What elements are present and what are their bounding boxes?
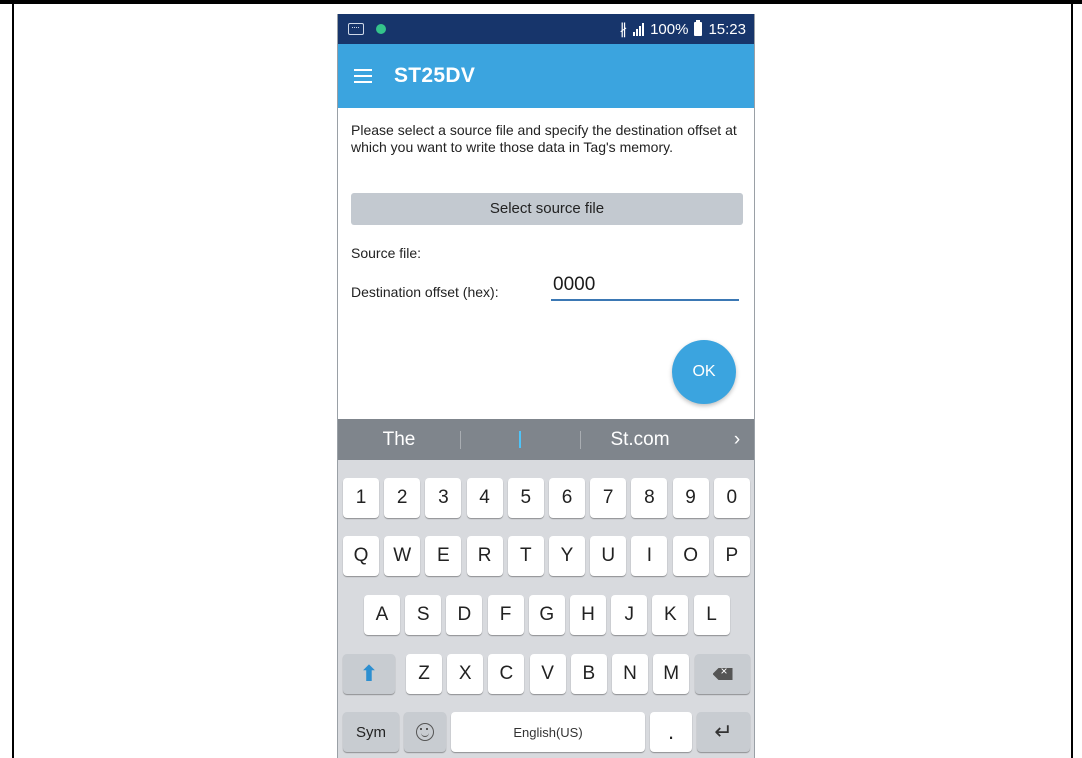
shift-key[interactable]: ⬆	[343, 654, 395, 694]
key-f[interactable]: F	[487, 595, 524, 635]
suggestion-item[interactable]: The	[338, 419, 460, 460]
battery-icon	[694, 20, 703, 36]
key-a[interactable]: A	[364, 595, 400, 635]
text-cursor-icon	[519, 431, 521, 449]
bluetooth-icon: ∦	[619, 21, 628, 38]
key-3[interactable]: 3	[425, 478, 462, 518]
app-title: ST25DV	[394, 64, 476, 87]
key-y[interactable]: Y	[549, 536, 585, 576]
select-source-file-button[interactable]: Select source file	[351, 193, 743, 225]
ok-button[interactable]: OK	[672, 340, 736, 404]
key-x[interactable]: X	[447, 654, 484, 694]
key-o[interactable]: O	[672, 536, 709, 576]
suggestion-cursor[interactable]	[460, 419, 580, 460]
key-1[interactable]: 1	[343, 478, 379, 518]
key-4[interactable]: 4	[466, 478, 503, 518]
key-z[interactable]: Z	[406, 654, 442, 694]
status-bar: ∦ 100% 15:23	[338, 14, 754, 44]
key-0[interactable]: 0	[713, 478, 750, 518]
destination-offset-input[interactable]	[551, 271, 739, 301]
instructions-text: Please select a source file and specify …	[351, 122, 737, 155]
on-screen-keyboard: Sym English(US) . ↵ ⬆ 1234567890 QWERTYUI…	[338, 460, 754, 758]
key-t[interactable]: T	[507, 536, 544, 576]
key-h[interactable]: H	[570, 595, 606, 635]
key-6[interactable]: 6	[549, 478, 585, 518]
key-n[interactable]: N	[612, 654, 648, 694]
signal-icon	[633, 22, 645, 36]
key-k[interactable]: K	[652, 595, 689, 635]
destination-offset-label: Destination offset (hex):	[351, 284, 499, 300]
key-s[interactable]: S	[405, 595, 442, 635]
key-9[interactable]: 9	[672, 478, 709, 518]
key-p[interactable]: P	[713, 536, 750, 576]
key-l[interactable]: L	[693, 595, 730, 635]
status-time: 15:23	[708, 20, 746, 38]
key-u[interactable]: U	[590, 536, 627, 576]
enter-key[interactable]: ↵	[697, 712, 750, 752]
chevron-right-icon[interactable]: ›	[722, 419, 752, 460]
document-frame-right	[1071, 0, 1073, 758]
key-7[interactable]: 7	[590, 478, 627, 518]
key-c[interactable]: C	[488, 654, 525, 694]
space-key[interactable]: English(US)	[451, 712, 645, 752]
key-w[interactable]: W	[384, 536, 421, 576]
hamburger-icon[interactable]	[354, 69, 372, 83]
emoji-icon	[416, 723, 434, 741]
emoji-key[interactable]	[404, 712, 446, 752]
period-key[interactable]: .	[650, 712, 692, 752]
key-j[interactable]: J	[611, 595, 648, 635]
key-d[interactable]: D	[446, 595, 483, 635]
backspace-icon	[712, 668, 733, 680]
app-bar: ST25DV	[338, 44, 754, 108]
key-m[interactable]: M	[653, 654, 690, 694]
write-file-form: Please select a source file and specify …	[338, 108, 754, 419]
suggestion-item[interactable]: St.com	[580, 419, 700, 460]
battery-percent: 100%	[650, 20, 689, 38]
phone-screen: ∦ 100% 15:23 ST25DV Please select a sour…	[337, 14, 755, 758]
key-2[interactable]: 2	[384, 478, 421, 518]
key-e[interactable]: E	[425, 536, 462, 576]
key-5[interactable]: 5	[507, 478, 544, 518]
key-v[interactable]: V	[529, 654, 566, 694]
sym-key[interactable]: Sym	[343, 712, 399, 752]
notification-dot-icon	[376, 24, 386, 34]
key-q[interactable]: Q	[343, 536, 379, 576]
shift-icon: ⬆	[359, 661, 379, 686]
enter-icon: ↵	[714, 719, 733, 744]
backspace-key[interactable]	[695, 654, 750, 694]
document-frame-left	[12, 0, 14, 758]
suggestion-bar: The St.com ›	[338, 419, 754, 460]
key-i[interactable]: I	[631, 536, 668, 576]
keyboard-notification-icon	[348, 23, 364, 35]
key-g[interactable]: G	[528, 595, 565, 635]
source-file-label: Source file:	[351, 245, 422, 261]
key-r[interactable]: R	[466, 536, 503, 576]
key-b[interactable]: B	[570, 654, 607, 694]
key-8[interactable]: 8	[631, 478, 668, 518]
document-frame-top	[0, 0, 1082, 4]
